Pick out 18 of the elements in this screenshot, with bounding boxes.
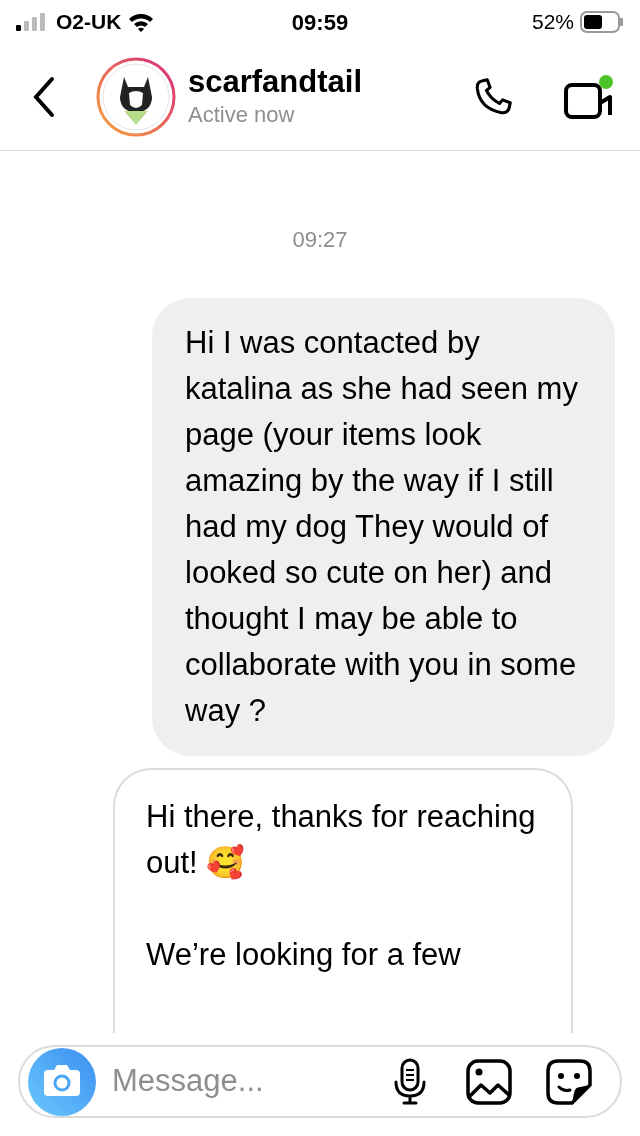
message-bubble: Hi there, thanks for reaching out! 🥰 We’re looking for a few xyxy=(113,768,573,1033)
microphone-icon[interactable] xyxy=(392,1057,428,1106)
message-composer[interactable]: Message... xyxy=(18,1045,622,1118)
camera-icon[interactable] xyxy=(28,1047,96,1116)
message-bubble: Hi I was contacted by katalina as she had seen my page (your items look amazing by the way if I still had my dog They would of looked so cute on her) and thought I may be able to collaborate with you in some way ? xyxy=(152,298,615,756)
battery-percentage: 52% xyxy=(531,9,574,36)
sticker-icon[interactable] xyxy=(546,1058,592,1105)
message-timestamp: 09:27 xyxy=(292,226,348,254)
username: scarfandtail xyxy=(188,64,363,100)
carrier-name: O2-UK xyxy=(56,9,122,36)
clock-time: 09:59 xyxy=(291,8,349,37)
avatar[interactable] xyxy=(96,57,176,137)
video-call-icon[interactable] xyxy=(564,73,614,121)
battery-icon xyxy=(580,11,624,33)
wifi-icon xyxy=(127,12,156,32)
message-input[interactable]: Message... xyxy=(112,1058,392,1105)
gallery-icon[interactable] xyxy=(466,1058,512,1105)
active-status: Active now xyxy=(188,101,296,129)
